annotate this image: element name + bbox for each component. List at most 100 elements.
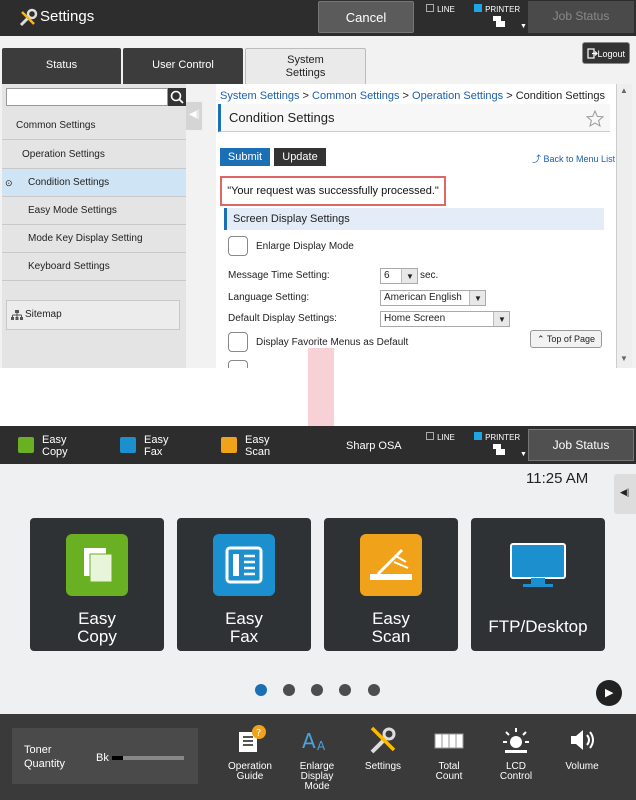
tab-system-settings-line2: Settings (285, 67, 326, 79)
nav-item-operation-settings[interactable]: Operation Settings (2, 141, 186, 169)
enlarge-display-line3: Mode (304, 781, 330, 792)
page-dot-5[interactable] (368, 684, 380, 696)
top-of-page-label: Top of Page (546, 334, 595, 344)
chevron-down-icon: ▼ (401, 269, 417, 283)
message-time-select[interactable]: 6 ▼ (380, 268, 418, 284)
tile-easy-scan[interactable]: Easy Scan (324, 518, 458, 651)
home-screen: 11:25 AM ◀| Easy Copy Easy Fax Easy Scan… (0, 464, 636, 714)
printer-indicator: PRINTER ▼ (474, 3, 527, 30)
back-to-menu-link[interactable]: ⤴ Back to Menu List (532, 152, 615, 165)
top-of-page-button[interactable]: ⌃ Top of Page (530, 330, 602, 348)
side-panel-tab[interactable]: ◀| (614, 474, 636, 514)
tile-easy-copy[interactable]: Easy Copy (30, 518, 164, 651)
line-status-box (426, 432, 434, 440)
breadcrumb-system-settings[interactable]: System Settings (220, 90, 299, 102)
next-page-button[interactable]: ▶ (596, 680, 622, 706)
speaker-icon (571, 730, 594, 750)
breadcrumb-separator: > (402, 90, 409, 102)
nav-item-common-settings[interactable]: Common Settings (2, 112, 186, 140)
toner-label-2: Quantity (24, 758, 65, 770)
total-count-button[interactable]: Total Count (419, 720, 479, 782)
logout-button[interactable]: Logout (582, 42, 630, 64)
device-name: Sharp OSA (346, 440, 402, 452)
language-select[interactable]: American English ▼ (380, 290, 486, 306)
nav-item-easy-mode-settings[interactable]: Easy Mode Settings (2, 197, 186, 225)
breadcrumb-operation-settings[interactable]: Operation Settings (412, 90, 503, 102)
header-easy-copy-line1: Easy (42, 434, 67, 446)
header-easy-fax-line2: Fax (144, 446, 163, 458)
breadcrumb-separator: > (506, 90, 513, 102)
default-display-select[interactable]: Home Screen ▼ (380, 311, 510, 327)
line-status-box (426, 4, 434, 12)
tab-user-control[interactable]: User Control (123, 48, 243, 84)
line-label: LINE (437, 5, 455, 14)
scrollbar[interactable]: ▲ ▼ (616, 84, 632, 368)
chevron-down-icon: ▼ (520, 451, 527, 458)
fax-icon (120, 437, 136, 453)
page-dot-2[interactable] (283, 684, 295, 696)
nav-item-mode-key-display[interactable]: Mode Key Display Setting (2, 225, 186, 253)
enlarge-display-label: Enlarge Display Mode (256, 241, 354, 252)
lcd-control-button[interactable]: LCD Control (486, 720, 546, 782)
submit-button[interactable]: Submit (220, 148, 270, 166)
operation-guide-button[interactable]: ? Operation Guide (220, 720, 280, 782)
expand-left-icon: ◀| (620, 487, 630, 497)
search-icon (170, 90, 184, 104)
tile-easy-fax[interactable]: Easy Fax (177, 518, 311, 651)
nav-item-condition-settings[interactable]: ⊙ Condition Settings (2, 169, 186, 197)
settings-button[interactable]: Settings (353, 720, 413, 772)
scan-icon (360, 534, 422, 596)
tab-system-settings[interactable]: System Settings (245, 48, 366, 84)
message-time-unit: sec. (420, 270, 439, 281)
search-input[interactable] (6, 88, 168, 106)
page-title: Condition Settings (218, 104, 610, 132)
sitemap-link[interactable]: Sitemap (6, 300, 180, 330)
volume-button[interactable]: Volume (552, 720, 612, 772)
success-message: "Your request was successfully processed… (220, 176, 446, 206)
job-status-button[interactable]: Job Status (528, 1, 634, 33)
search-button[interactable] (168, 88, 186, 106)
favorite-menus-checkbox[interactable] (228, 332, 248, 352)
star-icon[interactable] (586, 110, 604, 128)
collapse-nav-button[interactable]: ◀| (186, 102, 202, 130)
chevron-down-icon: ▼ (520, 23, 527, 30)
job-status-button[interactable]: Job Status (528, 429, 634, 461)
printer-indicator: PRINTER ▼ (474, 431, 527, 458)
toner-quantity-panel: Toner Quantity Bk (12, 728, 198, 784)
page-dot-1[interactable] (255, 684, 267, 696)
scroll-up-icon[interactable]: ▲ (620, 86, 628, 95)
tab-status[interactable]: Status (2, 48, 121, 84)
tile-easy-scan-line1: Easy (372, 609, 410, 628)
page-dot-4[interactable] (339, 684, 351, 696)
line-indicator: LINE (426, 431, 455, 443)
tile-easy-copy-line2: Copy (77, 627, 117, 646)
total-count-line2: Count (435, 771, 463, 782)
tile-ftp-desktop[interactable]: FTP/Desktop (471, 518, 605, 651)
enlarge-display-checkbox[interactable] (228, 236, 248, 256)
scan-icon (221, 437, 237, 453)
tab-system-settings-line1: System (287, 54, 324, 66)
nav-item-keyboard-settings[interactable]: Keyboard Settings (2, 253, 186, 281)
clock: 11:25 AM (526, 470, 589, 487)
tile-easy-fax-line2: Fax (229, 627, 259, 646)
content-area: System Settings > Common Settings > Oper… (216, 84, 616, 368)
home-footer: Toner Quantity Bk ? Operation Guide AA E… (0, 714, 636, 800)
cancel-button[interactable]: Cancel (318, 1, 414, 33)
breadcrumb: System Settings > Common Settings > Oper… (220, 90, 605, 102)
copy-icon (18, 437, 34, 453)
scroll-down-icon[interactable]: ▼ (620, 354, 628, 363)
lcd-control-line2: Control (499, 771, 533, 782)
page-dot-3[interactable] (311, 684, 323, 696)
svg-text:?: ? (256, 728, 261, 739)
breadcrumb-common-settings[interactable]: Common Settings (312, 90, 399, 102)
update-button[interactable]: Update (274, 148, 326, 166)
enlarge-display-mode-button[interactable]: AA Enlarge Display Mode (287, 720, 347, 792)
volume-label: Volume (565, 761, 599, 772)
next-checkbox[interactable] (228, 360, 248, 368)
tile-easy-fax-line1: Easy (225, 609, 263, 628)
tile-easy-scan-line2: Scan (371, 627, 411, 646)
chevron-circle-icon: ⊙ (5, 178, 13, 188)
back-arrow-icon: ⤴ (532, 154, 542, 164)
toner-label-1: Toner (24, 744, 52, 756)
wrench-screwdriver-icon (370, 726, 396, 754)
